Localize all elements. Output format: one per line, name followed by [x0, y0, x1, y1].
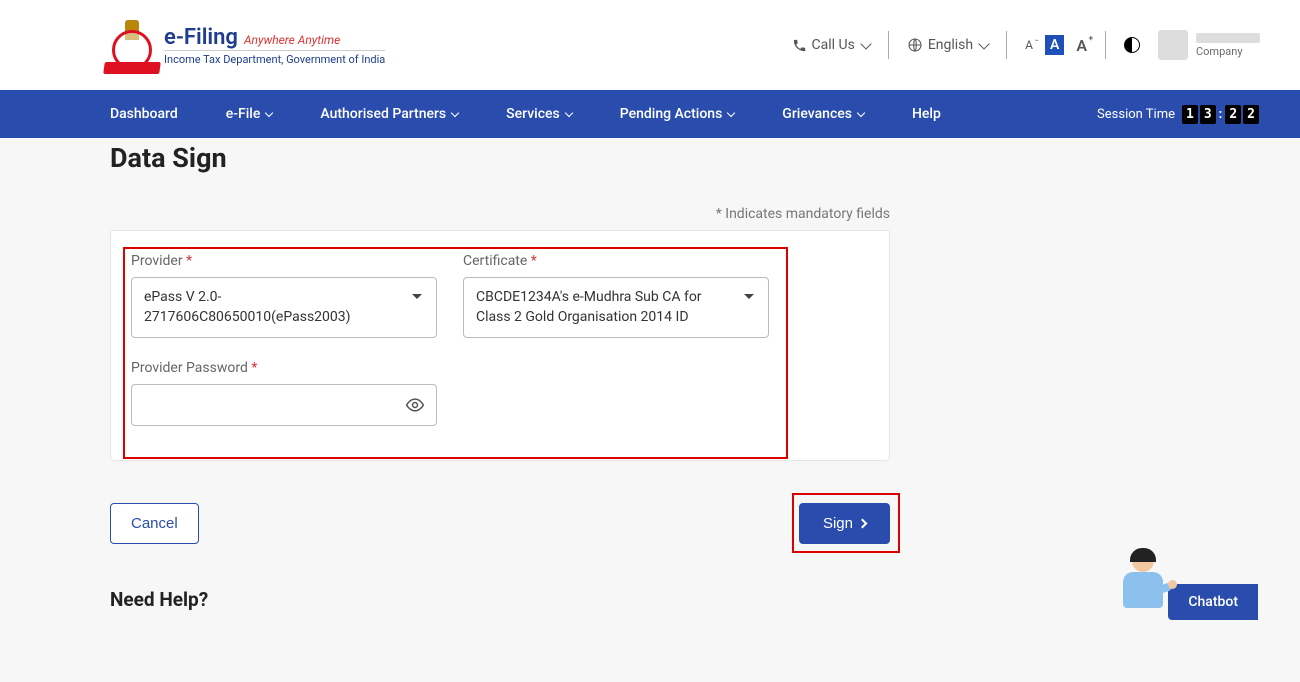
chevron-down-icon — [978, 38, 989, 49]
password-input[interactable] — [131, 384, 437, 426]
session-digit: 2 — [1243, 105, 1259, 124]
avatar — [1158, 30, 1188, 60]
sign-label: Sign — [823, 515, 853, 532]
nav-label: Services — [506, 106, 560, 122]
chatbot-avatar-icon — [1114, 548, 1172, 620]
user-name-placeholder — [1196, 33, 1260, 43]
password-label: Provider Password * — [131, 360, 437, 376]
provider-label: Provider * — [131, 253, 437, 269]
cancel-button[interactable]: Cancel — [110, 503, 199, 544]
brand-text: e-Filing Anywhere Anytime Income Tax Dep… — [164, 25, 385, 66]
font-increase-button[interactable]: A — [1076, 36, 1087, 55]
session-timer: Session Time 13:22 — [1097, 107, 1260, 122]
divider — [888, 31, 889, 59]
provider-value: ePass V 2.0-2717606C80650010(ePass2003) — [144, 288, 402, 327]
top-header: e-Filing Anywhere Anytime Income Tax Dep… — [0, 0, 1300, 90]
provider-field: Provider * ePass V 2.0-2717606C80650010(… — [131, 253, 437, 338]
nav-pending-actions[interactable]: Pending Actions — [620, 106, 735, 122]
user-menu[interactable]: Company — [1158, 30, 1260, 60]
logo-area: e-Filing Anywhere Anytime Income Tax Dep… — [110, 20, 385, 70]
sign-button[interactable]: Sign — [799, 503, 890, 544]
brand-subline: Income Tax Department, Government of Ind… — [164, 50, 385, 66]
chevron-right-icon — [858, 519, 868, 529]
chevron-down-icon — [265, 109, 273, 117]
divider — [1105, 31, 1106, 59]
language-dropdown[interactable]: English — [907, 37, 988, 53]
chatbot-widget[interactable]: Chatbot — [1114, 548, 1258, 620]
session-colon: : — [1219, 107, 1223, 122]
nav-authorised-partners[interactable]: Authorised Partners — [320, 106, 458, 122]
nav-dashboard[interactable]: Dashboard — [110, 106, 178, 122]
nav-label: e-File — [226, 106, 261, 122]
globe-icon — [907, 37, 923, 53]
call-us-label: Call Us — [812, 37, 855, 53]
certificate-label: Certificate * — [463, 253, 769, 269]
call-us-dropdown[interactable]: Call Us — [792, 37, 870, 53]
password-field: Provider Password * — [131, 360, 437, 426]
brand-tagline: Anywhere Anytime — [244, 33, 340, 47]
contrast-toggle[interactable] — [1124, 37, 1140, 53]
chevron-down-icon — [564, 109, 572, 117]
nav-efile[interactable]: e-File — [226, 106, 273, 122]
language-label: English — [928, 37, 973, 53]
nav-help[interactable]: Help — [912, 106, 941, 122]
font-size-controls: A A A — [1025, 35, 1087, 55]
certificate-field: Certificate * CBCDE1234A's e-Mudhra Sub … — [463, 253, 769, 338]
contrast-icon — [1124, 37, 1140, 53]
emblem-icon — [110, 20, 154, 70]
font-decrease-button[interactable]: A — [1025, 38, 1033, 52]
chatbot-button[interactable]: Chatbot — [1168, 584, 1258, 620]
session-digit: 1 — [1182, 105, 1198, 124]
mandatory-note: * Indicates mandatory fields — [110, 206, 890, 222]
divider — [1006, 31, 1007, 59]
phone-icon — [792, 38, 807, 53]
main-nav: Dashboard e-File Authorised Partners Ser… — [0, 90, 1300, 138]
nav-label: Grievances — [782, 106, 852, 122]
eye-icon[interactable] — [405, 395, 425, 419]
nav-label: Dashboard — [110, 106, 178, 122]
chevron-down-icon — [857, 109, 865, 117]
user-type-label: Company — [1196, 45, 1260, 58]
certificate-select[interactable]: CBCDE1234A's e-Mudhra Sub CA for Class 2… — [463, 277, 769, 338]
main-content: Data Sign * Indicates mandatory fields P… — [0, 142, 1300, 611]
session-digit: 2 — [1225, 105, 1241, 124]
nav-label: Help — [912, 106, 941, 122]
nav-services[interactable]: Services — [506, 106, 572, 122]
nav-label: Authorised Partners — [320, 106, 446, 122]
action-row: Cancel Sign — [110, 503, 890, 544]
chevron-down-icon — [451, 109, 459, 117]
data-sign-card: Provider * ePass V 2.0-2717606C80650010(… — [110, 230, 890, 461]
chevron-down-icon — [860, 38, 871, 49]
font-default-button[interactable]: A — [1045, 35, 1064, 55]
session-digit: 3 — [1200, 105, 1216, 124]
nav-label: Pending Actions — [620, 106, 723, 122]
user-meta: Company — [1196, 33, 1260, 58]
page-title: Data Sign — [110, 142, 1190, 174]
top-right-controls: Call Us English A A A Company — [792, 30, 1260, 60]
provider-select[interactable]: ePass V 2.0-2717606C80650010(ePass2003) — [131, 277, 437, 338]
brand-name: e-Filing — [164, 25, 238, 50]
session-label: Session Time — [1097, 107, 1175, 122]
certificate-value: CBCDE1234A's e-Mudhra Sub CA for Class 2… — [476, 288, 734, 327]
chevron-down-icon — [727, 109, 735, 117]
nav-grievances[interactable]: Grievances — [782, 106, 864, 122]
need-help-heading: Need Help? — [110, 588, 1190, 611]
